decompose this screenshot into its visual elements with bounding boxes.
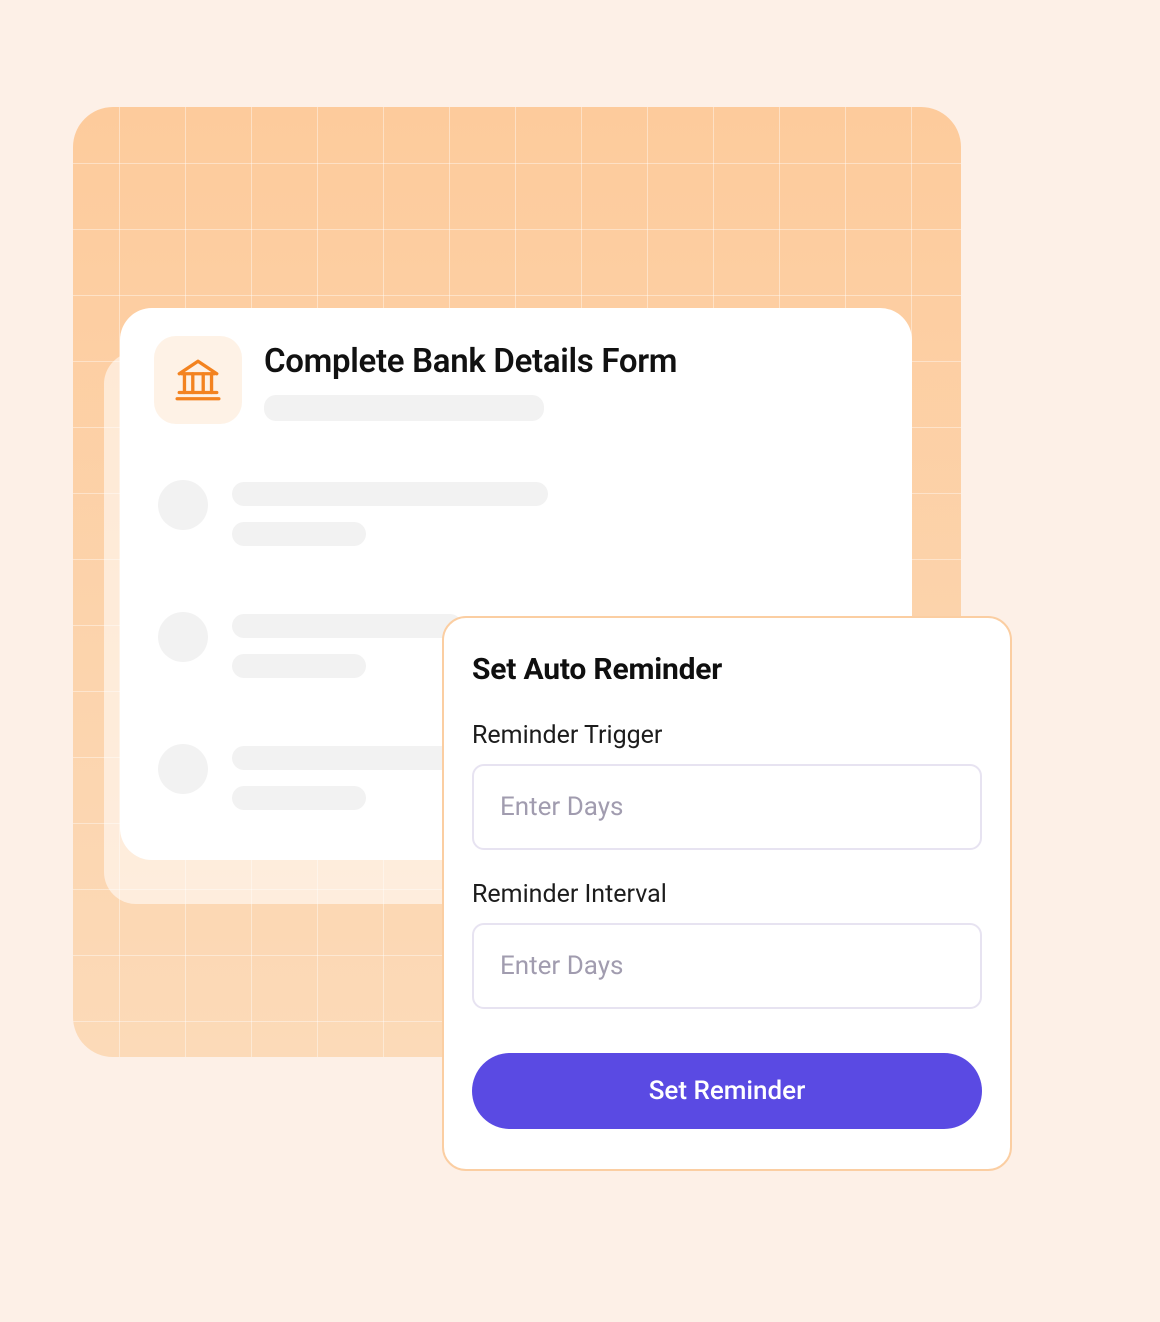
placeholder-line: [232, 614, 462, 638]
list-item-avatar: [158, 612, 208, 662]
reminder-title: Set Auto Reminder: [472, 652, 982, 687]
list-item-avatar: [158, 744, 208, 794]
list-item-avatar: [158, 480, 208, 530]
placeholder-line: [232, 786, 366, 810]
auto-reminder-card: Set Auto Reminder Reminder Trigger Remin…: [442, 616, 1012, 1171]
form-icon-container: [154, 336, 242, 424]
list-item: [154, 480, 878, 546]
reminder-interval-input[interactable]: [472, 923, 982, 1009]
subtitle-placeholder: [264, 395, 544, 421]
reminder-interval-field: Reminder Interval: [472, 880, 982, 1009]
reminder-interval-label: Reminder Interval: [472, 880, 982, 909]
reminder-trigger-label: Reminder Trigger: [472, 721, 982, 750]
list-item-lines: [232, 612, 462, 678]
reminder-trigger-field: Reminder Trigger: [472, 721, 982, 850]
form-title-wrap: Complete Bank Details Form: [264, 336, 677, 421]
list-item-lines: [232, 744, 462, 810]
placeholder-line: [232, 654, 366, 678]
bank-icon: [173, 355, 223, 405]
placeholder-line: [232, 522, 366, 546]
reminder-trigger-input[interactable]: [472, 764, 982, 850]
placeholder-line: [232, 746, 462, 770]
set-reminder-button[interactable]: Set Reminder: [472, 1053, 982, 1129]
form-title: Complete Bank Details Form: [264, 342, 677, 381]
placeholder-line: [232, 482, 548, 506]
list-item-lines: [232, 480, 548, 546]
form-header: Complete Bank Details Form: [154, 336, 878, 424]
